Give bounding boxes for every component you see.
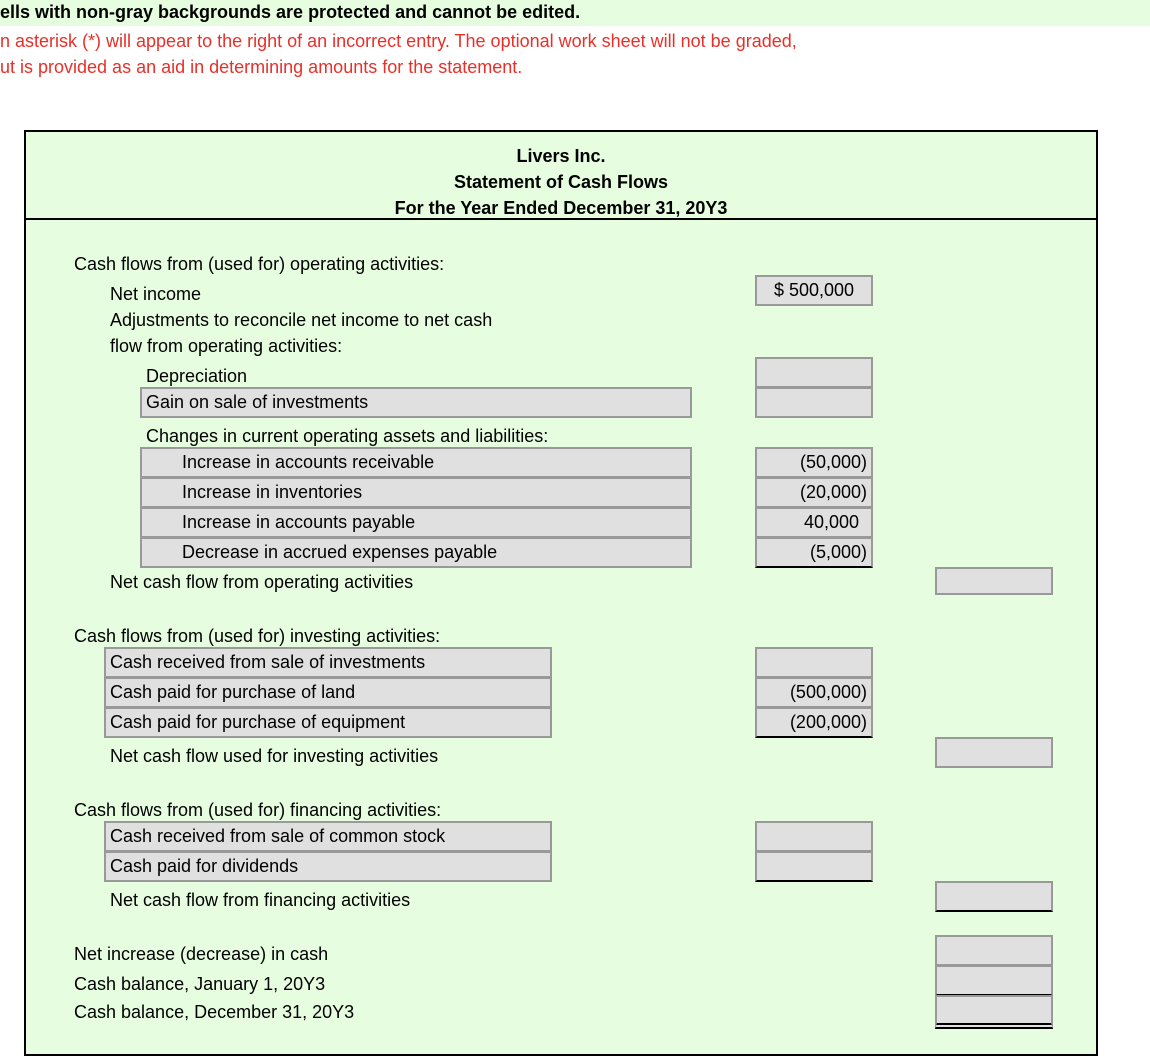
financing-value-input[interactable] (755, 851, 873, 882)
depreciation-label: Depreciation (146, 366, 248, 386)
net-operating-input[interactable] (935, 567, 1053, 595)
investing-label-input[interactable]: Cash paid for purchase of equipment (104, 707, 552, 738)
change-label-input[interactable]: Increase in inventories (140, 477, 692, 508)
net-financing-label: Net cash flow from financing activities (110, 890, 411, 910)
net-change-input[interactable] (935, 935, 1053, 966)
change-value-input[interactable]: (50,000) (755, 447, 873, 478)
protected-notice: ells with non-gray backgrounds are prote… (0, 2, 581, 22)
protected-notice-bar: ells with non-gray backgrounds are prote… (0, 0, 1150, 26)
investing-value-input[interactable] (755, 647, 873, 678)
investing-value-input[interactable]: (500,000) (755, 677, 873, 708)
financing-label-input[interactable]: Cash received from sale of common stock (104, 821, 552, 852)
net-change-label: Net increase (decrease) in cash (74, 944, 329, 964)
net-income-label: Net income (110, 284, 202, 304)
asterisk-notice-line-1: n asterisk (*) will appear to the right … (0, 31, 797, 51)
change-label-input[interactable]: Decrease in accrued expenses payable (140, 537, 692, 568)
adjustments-label-line-2: flow from operating activities: (110, 336, 343, 356)
ending-cash-input[interactable] (935, 995, 1053, 1029)
gain-on-sale-input[interactable] (755, 387, 873, 418)
net-investing-label: Net cash flow used for investing activit… (110, 746, 439, 766)
adjustments-label-line-1: Adjustments to reconcile net income to n… (110, 310, 493, 330)
investing-label-input[interactable]: Cash paid for purchase of land (104, 677, 552, 708)
statement-title: Statement of Cash Flows (453, 172, 669, 192)
change-label-input[interactable]: Increase in accounts payable (140, 507, 692, 538)
company-name: Livers Inc. (516, 146, 606, 166)
operating-heading: Cash flows from (used for) operating act… (74, 254, 445, 274)
statement-period: For the Year Ended December 31, 20Y3 (394, 198, 728, 218)
change-value-input[interactable]: 40,000 (755, 507, 873, 538)
changes-heading: Changes in current operating assets and … (146, 426, 549, 446)
net-operating-label: Net cash flow from operating activities (110, 572, 414, 592)
financing-value-input[interactable] (755, 821, 873, 852)
financing-label-input[interactable]: Cash paid for dividends (104, 851, 552, 882)
ending-cash-label: Cash balance, December 31, 20Y3 (74, 1002, 355, 1022)
cash-flow-statement: Livers Inc. Statement of Cash Flows For … (24, 130, 1098, 1056)
asterisk-notice-line-2: ut is provided as an aid in determining … (0, 57, 523, 77)
gain-on-sale-label-input[interactable]: Gain on sale of investments (140, 387, 692, 418)
depreciation-input[interactable] (755, 357, 873, 388)
financing-heading: Cash flows from (used for) financing act… (74, 800, 442, 820)
change-label-input[interactable]: Increase in accounts receivable (140, 447, 692, 478)
change-value-input[interactable]: (20,000) (755, 477, 873, 508)
beginning-cash-label: Cash balance, January 1, 20Y3 (74, 974, 326, 994)
change-value-input[interactable]: (5,000) (755, 537, 873, 568)
net-income-value: $ 500,000 (755, 275, 873, 306)
net-financing-input[interactable] (935, 881, 1053, 912)
beginning-cash-input[interactable] (935, 965, 1053, 996)
net-investing-input[interactable] (935, 737, 1053, 768)
investing-label-input[interactable]: Cash received from sale of investments (104, 647, 552, 678)
statement-header: Livers Inc. Statement of Cash Flows For … (26, 132, 1096, 220)
investing-value-input[interactable]: (200,000) (755, 707, 873, 738)
investing-heading: Cash flows from (used for) investing act… (74, 626, 441, 646)
